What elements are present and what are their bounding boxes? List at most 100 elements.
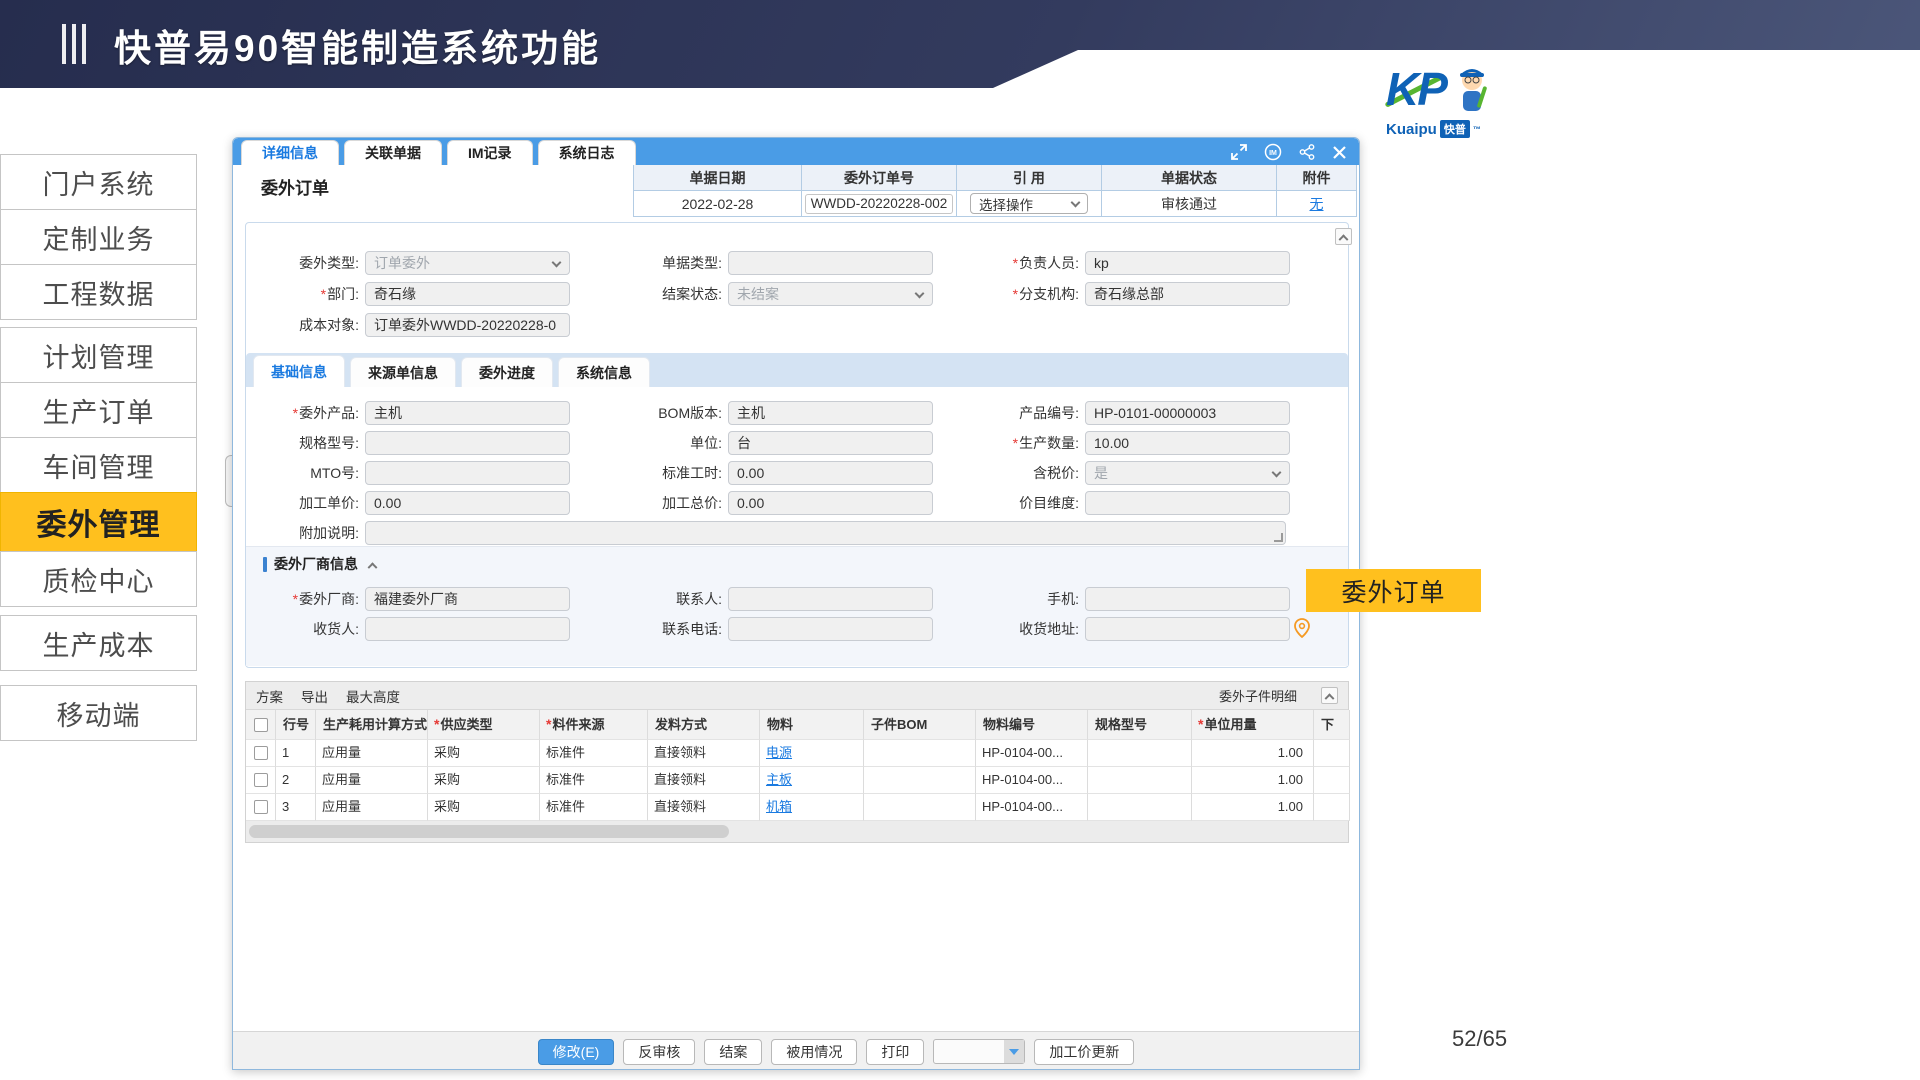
attachment-link[interactable]: 无 [1310,194,1324,214]
contact-phone-input[interactable] [728,617,933,641]
field-label: BOM版本: [658,405,722,421]
tab-detail-info[interactable]: 详细信息 [241,140,339,165]
field-label: 加工总价: [662,495,722,511]
field-label: 部门: [327,286,359,302]
doc-type-input[interactable] [728,251,933,275]
toolbar-scheme-button[interactable]: 方案 [256,686,283,706]
material-link[interactable]: 电源 [766,745,792,760]
bom-version-input[interactable]: 主机 [728,401,933,425]
slide-banner: 快普易90智能制造系统功能 [0,0,1920,88]
contact-person-input[interactable] [728,587,933,611]
field-price-dimension: 价目维度: [975,490,1290,516]
production-qty-input[interactable]: 10.00 [1085,431,1290,455]
sidebar-item-mobile[interactable]: 移动端 [0,685,197,741]
section-marker [263,557,267,572]
sidebar-item-production-cost[interactable]: 生产成本 [0,615,197,671]
modify-button[interactable]: 修改(E) [538,1039,615,1065]
outsource-product-input[interactable]: 主机 [365,401,570,425]
cost-object-input[interactable]: 订单委外WWDD-20220228-0 [365,313,570,337]
tab-system-info[interactable]: 系统信息 [558,357,650,387]
print-button[interactable]: 打印 [866,1039,924,1065]
field-label: 产品编号: [1019,405,1079,421]
row-checkbox[interactable] [254,773,268,787]
share-icon[interactable] [1299,144,1315,160]
receiver-input[interactable] [365,617,570,641]
responsible-person-input[interactable]: kp [1085,251,1290,275]
toolbar-max-height-button[interactable]: 最大高度 [346,686,400,706]
grid-collapse-button[interactable] [1321,687,1338,704]
process-total-price-input[interactable]: 0.00 [728,491,933,515]
sidebar-item-engineering-data[interactable]: 工程数据 [0,264,197,320]
usage-status-button[interactable]: 被用情况 [771,1039,857,1065]
mto-no-input[interactable] [365,461,570,485]
vendor-section-header[interactable]: 委外厂商信息 [263,554,376,574]
field-label: 含税价: [1033,465,1079,481]
tax-included-select[interactable]: 是 [1085,461,1290,485]
field-receiver: 收货人: [255,616,570,642]
material-link[interactable]: 主板 [766,772,792,787]
outsource-type-select[interactable]: 订单委外 [365,251,570,275]
field-label: 收货人: [313,621,359,637]
sidebar-item-custom-business[interactable]: 定制业务 [0,209,197,265]
close-case-button[interactable]: 结案 [704,1039,762,1065]
tab-system-log[interactable]: 系统日志 [538,140,636,165]
field-outsource-type: 委外类型: 订单委外 [255,250,570,276]
vendor-input[interactable]: 福建委外厂商 [365,587,570,611]
footer-dropdown[interactable] [933,1039,1025,1064]
branch-input[interactable]: 奇石缘总部 [1085,282,1290,306]
doc-orderno-label: 委外订单号 [802,165,957,191]
additional-notes-textarea[interactable] [365,521,1286,545]
chevron-down-icon [915,289,925,299]
tab-outsourcing-progress[interactable]: 委外进度 [461,357,553,387]
standard-hours-input[interactable]: 0.00 [728,461,933,485]
closing-status-select[interactable]: 未结案 [728,282,933,306]
update-process-price-button[interactable]: 加工价更新 [1034,1039,1134,1065]
department-input[interactable]: 奇石缘 [365,282,570,306]
select-all-checkbox[interactable] [254,718,268,732]
section-collapse-icon[interactable] [368,562,378,572]
sidebar-item-portal[interactable]: 门户系统 [0,154,197,210]
row-checkbox[interactable] [254,800,268,814]
mobile-input[interactable] [1085,587,1290,611]
panel-collapse-button[interactable] [1335,228,1352,245]
field-label: 委外厂商: [299,591,359,607]
im-chat-icon[interactable]: IM [1264,143,1282,161]
horizontal-scrollbar[interactable] [246,821,1348,842]
toolbar-export-button[interactable]: 导出 [301,686,328,706]
field-label: 单位: [690,435,722,451]
sidebar-item-outsourcing-management[interactable]: 委外管理 [0,492,197,552]
sidebar-item-plan-management[interactable]: 计划管理 [0,327,197,383]
tab-im-records[interactable]: IM记录 [447,140,533,165]
field-label: MTO号: [310,465,359,481]
scrollbar-thumb[interactable] [249,825,729,838]
sidebar-item-workshop-management[interactable]: 车间管理 [0,437,197,493]
col-supply-type: *供应类型 [428,710,540,740]
dropdown-arrow-icon [1004,1040,1024,1063]
location-pin-icon[interactable] [1294,618,1310,638]
spec-model-input[interactable] [365,431,570,455]
col-spec-model: 规格型号 [1088,710,1192,740]
sidebar-item-production-order[interactable]: 生产订单 [0,382,197,438]
chevron-down-icon [1071,198,1081,208]
unit-input[interactable]: 台 [728,431,933,455]
tab-related-documents[interactable]: 关联单据 [344,140,442,165]
unapprove-button[interactable]: 反审核 [623,1039,695,1065]
material-link[interactable]: 机箱 [766,799,792,814]
doc-orderno-value: WWDD-20220228-002 [805,194,954,214]
process-unit-price-input[interactable]: 0.00 [365,491,570,515]
kuaipu-mascot-icon [1452,66,1494,118]
fullscreen-icon[interactable] [1231,144,1247,160]
field-mobile: 手机: [975,586,1290,612]
required-mark: * [1013,255,1018,271]
field-label: 委外类型: [299,255,359,271]
row-checkbox[interactable] [254,746,268,760]
delivery-address-input[interactable] [1085,617,1290,641]
sidebar-item-quality-center[interactable]: 质检中心 [0,551,197,607]
product-code-input[interactable]: HP-0101-00000003 [1085,401,1290,425]
close-icon[interactable] [1332,145,1347,160]
tab-basic-info[interactable]: 基础信息 [253,355,345,387]
price-dimension-input[interactable] [1085,491,1290,515]
tab-source-doc-info[interactable]: 来源单信息 [350,357,456,387]
field-responsible-person: *负责人员: kp [975,250,1290,276]
reference-action-select[interactable]: 选择操作 [970,193,1088,214]
